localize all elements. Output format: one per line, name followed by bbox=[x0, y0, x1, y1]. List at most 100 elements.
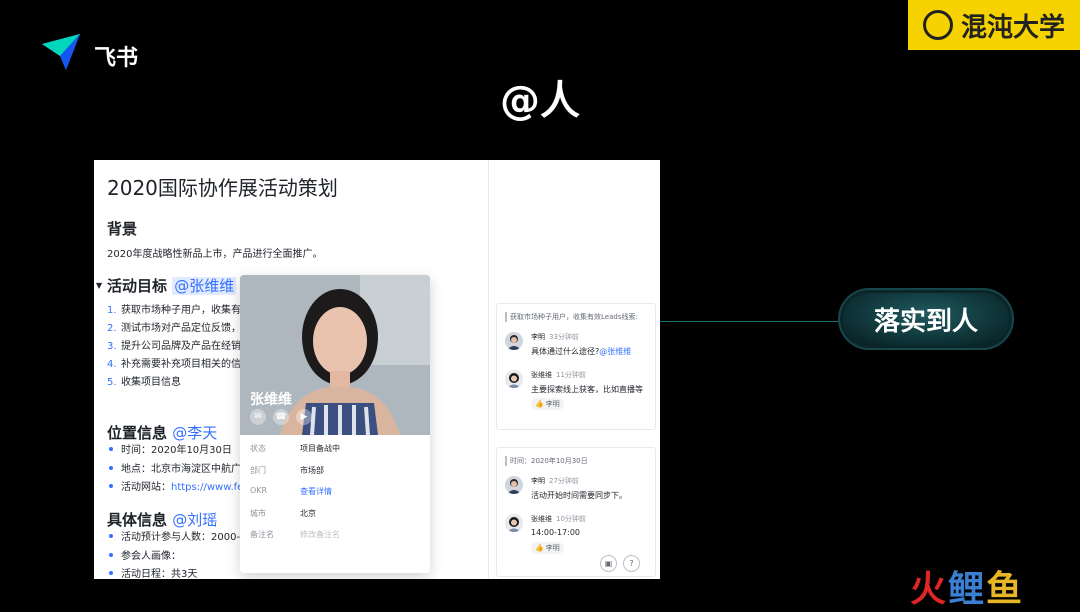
thumbs-up-icon: 👍 bbox=[535, 544, 544, 552]
goal-mention[interactable]: @张维维 bbox=[172, 277, 237, 295]
list-text: 提升公司品牌及产品在经销商 bbox=[121, 341, 251, 352]
detail-heading: 具体信息 @刘瑶 bbox=[107, 509, 217, 530]
background-heading: 背景 bbox=[107, 220, 138, 238]
video-icon[interactable]: ▶ bbox=[296, 409, 312, 425]
goal-list: 1. 获取市场种子用户，收集有效 2. 测试市场对产品定位反馈，佢 3. 提升公司品牌… bbox=[107, 302, 251, 392]
comment-time: 10分钟前 bbox=[556, 515, 586, 523]
chat-icon[interactable]: ✉ bbox=[250, 409, 266, 425]
bullet-icon bbox=[109, 484, 113, 488]
list-item: 1. 获取市场种子用户，收集有效 bbox=[107, 302, 251, 320]
comment-author: 李明 33分钟前 bbox=[531, 332, 579, 342]
collapse-caret-icon[interactable]: ▼ bbox=[96, 281, 102, 290]
comment-text: 主要探索线上获客，比如直播等 bbox=[531, 385, 643, 394]
okr-link[interactable]: 查看详情 bbox=[300, 486, 332, 508]
detail-mention[interactable]: @刘瑶 bbox=[172, 511, 217, 529]
profile-row-city: 城市 北京 bbox=[250, 508, 425, 530]
list-number: 5. bbox=[107, 377, 117, 388]
bullet-icon bbox=[109, 571, 113, 575]
slide-title: @人 bbox=[500, 78, 580, 124]
comment-author: 张维维 10分钟前 bbox=[531, 514, 586, 524]
list-item: 4. 补充需要补充项目相关的信息 bbox=[107, 356, 251, 374]
list-text: 获取市场种子用户，收集有效 bbox=[121, 305, 251, 316]
comment-quote: 获取市场种子用户，收集有效Leads线索: bbox=[505, 312, 638, 322]
list-item: 活动日程：共3天 bbox=[107, 566, 253, 579]
comment-quote: 时间：2020年10月30日 bbox=[505, 456, 588, 466]
list-item: 2. 测试市场对产品定位反馈，佢 bbox=[107, 320, 251, 338]
row-key: 状态 bbox=[250, 444, 266, 453]
item-value: 北京市海淀区中航广场 bbox=[151, 463, 251, 475]
list-item: 参会人画像： bbox=[107, 548, 253, 567]
watermark: 火鲤鱼 bbox=[910, 560, 1024, 612]
list-item: 时间：2020年10月30日 bbox=[107, 442, 258, 461]
comment-time: 11分钟前 bbox=[556, 371, 586, 379]
profile-row-status: 状态 项目备战中 bbox=[250, 443, 425, 465]
profile-row-dept: 部门 市场部 bbox=[250, 465, 425, 487]
comment-time: 33分钟前 bbox=[549, 333, 579, 341]
detail-list: 活动预计参与人数：2000-30 参会人画像： 活动日程：共3天 bbox=[107, 529, 253, 579]
brand-badge: 混沌大学 bbox=[908, 0, 1080, 50]
row-key: 备注名 bbox=[250, 530, 274, 539]
item-value: 2020年10月30日 bbox=[151, 445, 232, 456]
goal-heading-text: 活动目标 bbox=[107, 277, 168, 295]
row-value: 项目备战中 bbox=[300, 444, 340, 453]
reaction-user: 李明 bbox=[545, 400, 560, 408]
brand-text: 混沌大学 bbox=[960, 12, 1065, 43]
row-key: 部门 bbox=[250, 465, 266, 475]
list-item: 活动网站：https://www.feish bbox=[107, 479, 258, 498]
comment-thread: 获取市场种子用户，收集有效Leads线索: 李明 33分钟前 具体通过什么途径?@… bbox=[496, 303, 656, 430]
author-name: 张维维 bbox=[531, 515, 552, 523]
item-text: 参会人画像： bbox=[121, 550, 181, 562]
row-key: 城市 bbox=[250, 508, 266, 518]
avatar bbox=[505, 514, 523, 532]
reaction-badge[interactable]: 👍 李明 bbox=[531, 398, 564, 410]
brand-circle-icon bbox=[922, 10, 953, 40]
list-number: 1. bbox=[107, 305, 117, 316]
location-heading-text: 位置信息 bbox=[107, 424, 168, 442]
list-text: 收集项目信息 bbox=[121, 377, 181, 388]
profile-card: 张维维 ✉ ☎ ▶ 状态 项目备战中 部门 市场部 OKR 查看详情 城市 北京 备注名… bbox=[240, 275, 430, 573]
list-number: 4. bbox=[107, 359, 117, 370]
detail-heading-text: 具体信息 bbox=[107, 511, 168, 529]
document-body: 2020国际协作展活动策划 背景 2020年度战略性新品上市，产品进行全面推广。… bbox=[94, 160, 488, 579]
comment-text: 14:00-17:00 bbox=[531, 528, 580, 537]
bullet-icon bbox=[109, 534, 113, 538]
callout-connector bbox=[660, 321, 850, 322]
thumbs-up-icon: 👍 bbox=[535, 400, 544, 408]
row-value: 北京 bbox=[300, 508, 316, 518]
watermark-char: 鲤 bbox=[948, 569, 987, 610]
profile-row-note: 备注名 修改备注名 bbox=[250, 529, 425, 551]
author-name: 李明 bbox=[531, 333, 545, 341]
phone-icon[interactable]: ☎ bbox=[273, 409, 289, 425]
comment-body: 具体通过什么途径? bbox=[531, 347, 600, 356]
profile-details: 状态 项目备战中 部门 市场部 OKR 查看详情 城市 北京 备注名 修改备注名 bbox=[250, 443, 425, 551]
list-item: 活动预计参与人数：2000-30 bbox=[107, 529, 253, 548]
list-number: 2. bbox=[107, 323, 117, 334]
profile-row-okr: OKR 查看详情 bbox=[250, 486, 425, 508]
reaction-badge[interactable]: 👍 李明 bbox=[531, 542, 564, 554]
panel-divider bbox=[488, 160, 489, 579]
list-text: 测试市场对产品定位反馈，佢 bbox=[121, 323, 251, 334]
location-mention[interactable]: @李天 bbox=[172, 424, 217, 442]
location-list: 时间：2020年10月30日 地点：北京市海淀区中航广场 活动网站：https:… bbox=[107, 442, 258, 498]
document-tool-icon[interactable]: ▣ bbox=[600, 555, 617, 572]
avatar bbox=[505, 476, 523, 494]
comment-author: 李明 27分钟前 bbox=[531, 476, 579, 486]
background-text: 2020年度战略性新品上市，产品进行全面推广。 bbox=[107, 249, 323, 260]
reaction-user: 李明 bbox=[545, 544, 560, 552]
goal-heading: 活动目标 @张维维 bbox=[107, 275, 237, 296]
doc-title: 2020国际协作展活动策划 bbox=[107, 176, 338, 200]
list-number: 3. bbox=[107, 341, 117, 352]
row-value: 市场部 bbox=[300, 465, 324, 475]
row-key: OKR bbox=[250, 486, 268, 495]
item-prefix: 活动网站： bbox=[121, 482, 171, 493]
item-text: 活动预计参与人数：2000-30 bbox=[121, 532, 253, 543]
callout-pill: 落实到人 bbox=[843, 293, 1009, 345]
comment-time: 27分钟前 bbox=[549, 477, 579, 485]
comment-text: 具体通过什么途径?@张维维 bbox=[531, 346, 631, 357]
comment-mention[interactable]: @张维维 bbox=[599, 347, 631, 356]
avatar bbox=[505, 370, 523, 388]
list-item: 5. 收集项目信息 bbox=[107, 374, 251, 392]
author-name: 张维维 bbox=[531, 371, 552, 379]
help-icon[interactable]: ? bbox=[623, 555, 640, 572]
edit-note-field[interactable]: 修改备注名 bbox=[300, 529, 340, 551]
